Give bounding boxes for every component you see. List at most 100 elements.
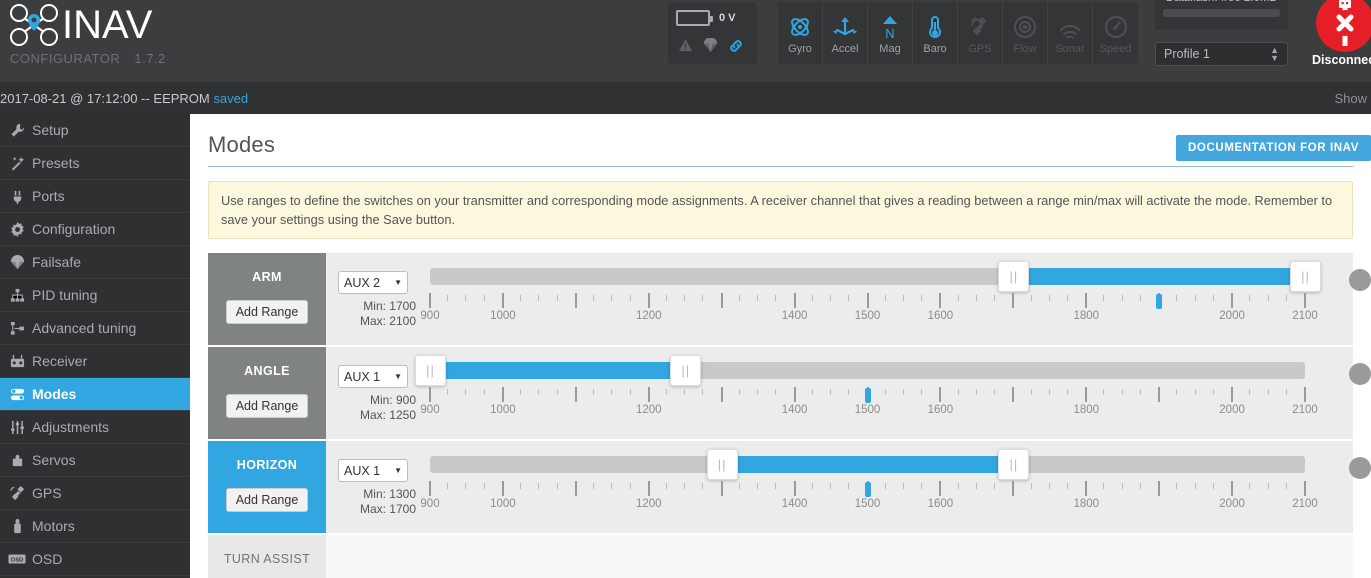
mode-body: AUX 2 ▼ Min: 1700 Max: 2100 || || 900 1000 1200 1… bbox=[326, 253, 1371, 345]
warning-icon[interactable] bbox=[678, 38, 693, 58]
sidebar-item-setup[interactable]: Setup bbox=[0, 114, 190, 147]
slider-handle-min[interactable]: || bbox=[706, 449, 738, 480]
dataflash-progress-bar bbox=[1163, 9, 1280, 17]
axis-tick-minor bbox=[665, 483, 667, 489]
sidebar-item-adjustments[interactable]: Adjustments bbox=[0, 411, 190, 444]
show-log-toggle[interactable]: Show bbox=[1334, 91, 1367, 106]
profile-select[interactable]: Profile 1 ▲ ▼ bbox=[1155, 42, 1288, 66]
axis-tick-minor bbox=[757, 389, 759, 395]
parachute-icon[interactable] bbox=[703, 37, 718, 58]
gear-icon bbox=[4, 221, 30, 237]
channel-value-marker bbox=[1156, 294, 1163, 309]
axis-tick-label: 900 bbox=[420, 498, 440, 510]
grip-icon: || bbox=[717, 456, 727, 472]
sonar-icon bbox=[1057, 12, 1083, 42]
range-slider[interactable]: || || 900 1000 1200 1400 1500 1600 1800 2000 2100 bbox=[420, 449, 1318, 523]
add-range-button[interactable]: Add Range bbox=[225, 488, 309, 512]
dataflash-label: Dataflash: free 2.0MB bbox=[1163, 0, 1280, 4]
mode-name: ARM bbox=[252, 270, 282, 284]
chevron-down-icon[interactable]: ▼ bbox=[394, 466, 402, 475]
axis-tick-minor bbox=[1194, 483, 1196, 489]
axis-tick-major bbox=[1231, 293, 1234, 308]
link-icon[interactable] bbox=[728, 38, 744, 59]
disconnect-button[interactable]: Disconnect bbox=[1312, 0, 1371, 67]
axis-tick-minor bbox=[684, 389, 686, 395]
grip-icon: || bbox=[1301, 268, 1310, 284]
channel-select[interactable]: AUX 1 ▼ bbox=[338, 365, 408, 388]
delete-range-button[interactable] bbox=[1349, 457, 1371, 479]
slider-handle-max[interactable]: || bbox=[1290, 261, 1321, 292]
sidebar-item-advanced-tuning[interactable]: Advanced tuning bbox=[0, 312, 190, 345]
documentation-button[interactable]: DOCUMENTATION FOR INAV bbox=[1176, 135, 1371, 161]
axis-tick-minor bbox=[848, 389, 850, 395]
sidebar-item-configuration[interactable]: Configuration bbox=[0, 213, 190, 246]
axis-tick-minor bbox=[684, 483, 686, 489]
osd-icon: OSD bbox=[4, 553, 30, 565]
axis-tick-minor bbox=[538, 295, 540, 301]
sensor-label: Accel bbox=[831, 42, 859, 55]
mode-row: TURN ASSISTAdd Range bbox=[208, 535, 1353, 578]
slider-handle-min[interactable]: || bbox=[415, 355, 446, 386]
add-range-button[interactable]: Add Range bbox=[225, 394, 309, 418]
sidebar-item-label: Advanced tuning bbox=[32, 320, 137, 336]
sidebar-item-receiver[interactable]: Receiver bbox=[0, 345, 190, 378]
axis-tick-minor bbox=[520, 483, 522, 489]
slider-handle-max[interactable]: || bbox=[998, 449, 1030, 480]
axis-tick-minor bbox=[629, 483, 631, 489]
mode-body: AUX 1 ▼ Min: 900 Max: 1250 || || 900 1000 1200 14… bbox=[326, 347, 1371, 439]
wrench-icon bbox=[4, 123, 30, 138]
axis-tick-major bbox=[1085, 293, 1088, 308]
slider-handle-min[interactable]: || bbox=[998, 261, 1030, 292]
spinner-updown-icon[interactable]: ▲ ▼ bbox=[1270, 46, 1279, 63]
axis-tick-minor bbox=[884, 389, 886, 395]
delete-range-button[interactable] bbox=[1349, 363, 1371, 385]
range-max-label: Max: 1250 bbox=[359, 408, 416, 422]
axis-tick-label: 1500 bbox=[854, 310, 881, 322]
sidebar-item-servos[interactable]: Servos bbox=[0, 444, 190, 477]
axis-tick-minor bbox=[665, 389, 667, 395]
mag-icon: N bbox=[877, 12, 903, 42]
axis-tick-minor bbox=[921, 389, 923, 395]
sidebar-item-gps[interactable]: GPS bbox=[0, 477, 190, 510]
battery-row: 0 V bbox=[668, 2, 757, 34]
axis-tick-major bbox=[720, 387, 723, 402]
axis-tick-minor bbox=[1103, 389, 1105, 395]
sidebar-item-osd[interactable]: OSD OSD bbox=[0, 543, 190, 576]
add-range-button[interactable]: Add Range bbox=[225, 300, 309, 324]
channel-select-value: AUX 1 bbox=[344, 463, 381, 478]
axis-tick-minor bbox=[611, 389, 613, 395]
axis-tick-major bbox=[866, 293, 869, 308]
axis-tick-minor bbox=[884, 295, 886, 301]
sidebar-item-label: Presets bbox=[32, 155, 80, 171]
flow-icon bbox=[1012, 12, 1038, 42]
axis-tick-minor bbox=[1249, 483, 1251, 489]
sidebar-item-ports[interactable]: Ports bbox=[0, 180, 190, 213]
range-block: AUX 1 ▼ Min: 900 Max: 1250 || || 900 1000 1200 14… bbox=[326, 347, 1371, 439]
sidebar-item-modes[interactable]: Modes bbox=[0, 378, 190, 411]
sensor-label: Gyro bbox=[788, 42, 812, 55]
chevron-down-icon[interactable]: ▼ bbox=[394, 278, 402, 287]
delete-range-button[interactable] bbox=[1349, 269, 1371, 291]
sidebar-item-presets[interactable]: Presets bbox=[0, 147, 190, 180]
axis-tick-minor bbox=[1103, 483, 1105, 489]
axis-tick-label: 1000 bbox=[490, 404, 516, 416]
slider-handle-max[interactable]: || bbox=[670, 355, 702, 386]
eeprom-timestamp: 2017-08-21 @ 17:12:00 -- EEPROM bbox=[0, 90, 214, 106]
axis-tick-minor bbox=[593, 295, 595, 301]
axis-tick-major bbox=[793, 293, 796, 308]
sidebar-item-failsafe[interactable]: Failsafe bbox=[0, 246, 190, 279]
axis-tick-major bbox=[647, 387, 650, 402]
axis-tick-label: 1200 bbox=[635, 498, 662, 510]
axis-tick-minor bbox=[1030, 295, 1032, 301]
range-slider[interactable]: || || 900 1000 1200 1400 1500 1600 1800 2000 2100 bbox=[415, 355, 1318, 429]
axis-tick-minor bbox=[1267, 389, 1269, 395]
channel-select[interactable]: AUX 2 ▼ bbox=[338, 271, 408, 294]
sidebar-item-label: Servos bbox=[32, 452, 76, 468]
sidebar-item-pid-tuning[interactable]: PID tuning bbox=[0, 279, 190, 312]
chevron-down-icon[interactable]: ▼ bbox=[394, 372, 402, 381]
axis-tick-major bbox=[429, 387, 431, 402]
axis-tick-minor bbox=[1048, 389, 1050, 395]
channel-select[interactable]: AUX 1 ▼ bbox=[338, 459, 408, 482]
range-slider[interactable]: || || 900 1000 1200 1400 1500 1600 1800 2000 2100 bbox=[420, 261, 1321, 335]
sidebar-item-motors[interactable]: Motors bbox=[0, 510, 190, 543]
